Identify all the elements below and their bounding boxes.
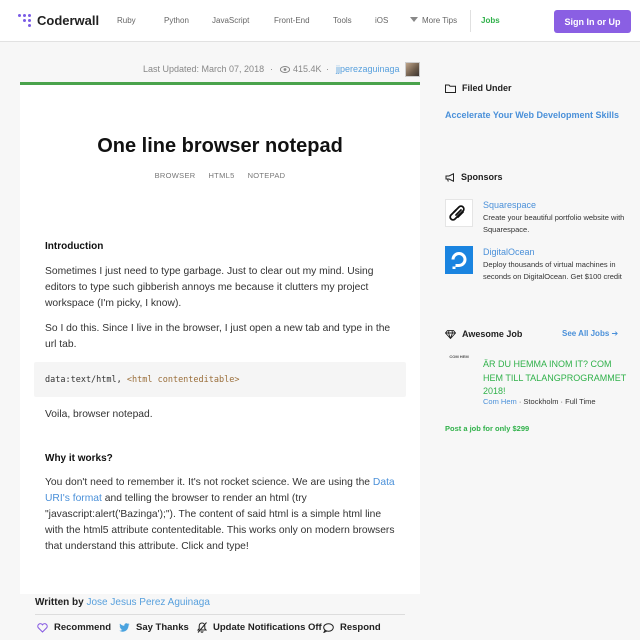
diamond-icon (445, 329, 456, 339)
nav-link-frontend[interactable]: Front-End (274, 16, 310, 25)
code-data-uri: data:text/html, (45, 375, 127, 385)
caret-down-icon (410, 17, 418, 22)
sponsor-digitalocean-link[interactable]: DigitalOcean (483, 247, 535, 257)
sponsors-heading: Sponsors (445, 172, 503, 182)
filed-under-link[interactable]: Accelerate Your Web Development Skills (445, 110, 619, 120)
say-thanks-label: Say Thanks (136, 622, 189, 633)
nav-divider (470, 10, 471, 32)
written-by: Written by Jose Jesus Perez Aguinaga (35, 597, 210, 608)
nav-link-ios[interactable]: iOS (375, 16, 388, 25)
awesome-job-label: Awesome Job (462, 329, 523, 339)
nav-link-jobs[interactable]: Jobs (481, 16, 500, 25)
tag-html5[interactable]: HTML5 (208, 171, 234, 180)
job-meta: Com Hem · Stockholm · Full Time (483, 397, 596, 406)
paragraph-why-text-a: You don't need to remember it. It's not … (45, 477, 373, 488)
avatar[interactable] (405, 62, 420, 77)
sponsors-label: Sponsors (461, 172, 503, 182)
see-all-jobs-link[interactable]: See All Jobs ➔ (562, 329, 618, 338)
divider (35, 614, 405, 615)
filed-under-label: Filed Under (462, 83, 512, 93)
megaphone-icon (445, 172, 454, 182)
sponsor-digitalocean-desc: Deploy thousands of virtual machines in … (483, 260, 622, 281)
author-name-link[interactable]: Jose Jesus Perez Aguinaga (87, 597, 210, 608)
say-thanks-button[interactable]: Say Thanks (119, 622, 189, 633)
nav-more-tips[interactable]: More Tips (410, 16, 457, 25)
code-html-tag: <html contenteditable> (126, 375, 240, 385)
written-by-label: Written by (35, 597, 84, 608)
last-updated: Last Updated: March 07, 2018 (143, 64, 265, 74)
tag-browser[interactable]: BROWSER (155, 171, 196, 180)
folder-icon (445, 84, 456, 93)
author-username-link[interactable]: jjperezaguinaga (336, 64, 400, 74)
section-heading-why: Why it works? (45, 453, 113, 464)
view-count: 415.4K (280, 64, 322, 74)
paragraph-intro: Sometimes I just need to type garbage. J… (45, 266, 374, 309)
paragraph-usage: So I do this. Since I live in the browse… (45, 323, 391, 350)
more-tips-label: More Tips (422, 16, 458, 25)
job-location: · Stockholm · Full Time (516, 397, 596, 406)
brand-logo[interactable]: Coderwall (18, 13, 99, 28)
nav-link-python[interactable]: Python (164, 16, 189, 25)
respond-label: Respond (340, 622, 381, 633)
recommend-button[interactable]: Recommend (37, 622, 111, 633)
comment-icon (323, 622, 334, 633)
tag-notepad[interactable]: NOTEPAD (248, 171, 286, 180)
code-text: data:text/html, <html contenteditable> (45, 375, 239, 385)
job-title-link[interactable]: ÄR DU HEMMA INOM IT? COM HEM TILL TALANG… (483, 358, 633, 399)
section-heading-introduction: Introduction (45, 241, 104, 252)
sponsor-squarespace-desc: Create your beautiful portfolio website … (483, 213, 625, 234)
filed-under-heading: Filed Under (445, 83, 512, 93)
nav-link-ruby[interactable]: Ruby (117, 16, 136, 25)
eye-icon (280, 65, 290, 73)
tag-list: BROWSER HTML5 NOTEPAD (20, 171, 420, 180)
code-block: data:text/html, <html contenteditable> (34, 362, 406, 397)
digitalocean-logo-icon[interactable] (445, 246, 473, 274)
heart-icon (37, 622, 48, 633)
awesome-job-heading: Awesome Job (445, 329, 522, 339)
notifications-toggle[interactable]: Update Notifications Off (197, 622, 322, 633)
see-all-jobs-label: See All Jobs (562, 329, 610, 338)
squarespace-logo-icon[interactable] (445, 199, 473, 227)
meta-separator: · (326, 64, 329, 74)
job-company-link[interactable]: Com Hem (483, 397, 517, 406)
respond-button[interactable]: Respond (323, 622, 381, 633)
coderwall-logo-icon (18, 14, 31, 27)
nav-link-tools[interactable]: Tools (333, 16, 352, 25)
meta-separator: · (270, 64, 273, 74)
paragraph-voila: Voila, browser notepad. (45, 409, 153, 420)
brand-name: Coderwall (37, 13, 100, 28)
signin-button[interactable]: Sign In or Up (554, 10, 631, 33)
top-nav: Coderwall Ruby Python JavaScript Front-E… (0, 0, 640, 42)
page-title: One line browser notepad (97, 135, 343, 157)
recommend-label: Recommend (54, 622, 112, 633)
sponsor-squarespace-link[interactable]: Squarespace (483, 200, 536, 210)
bell-off-icon (197, 622, 207, 633)
twitter-icon (119, 623, 130, 632)
post-job-link[interactable]: Post a job for only $299 (445, 424, 529, 433)
notifications-label: Update Notifications Off (213, 622, 322, 633)
article-card: One line browser notepad BROWSER HTML5 N… (20, 82, 420, 594)
nav-link-javascript[interactable]: JavaScript (212, 16, 249, 25)
job-company-logo[interactable]: COM HEM (445, 354, 473, 368)
view-count-value: 415.4K (293, 64, 322, 74)
paragraph-why: You don't need to remember it. It's not … (45, 475, 400, 555)
arrow-right-icon: ➔ (611, 329, 619, 338)
